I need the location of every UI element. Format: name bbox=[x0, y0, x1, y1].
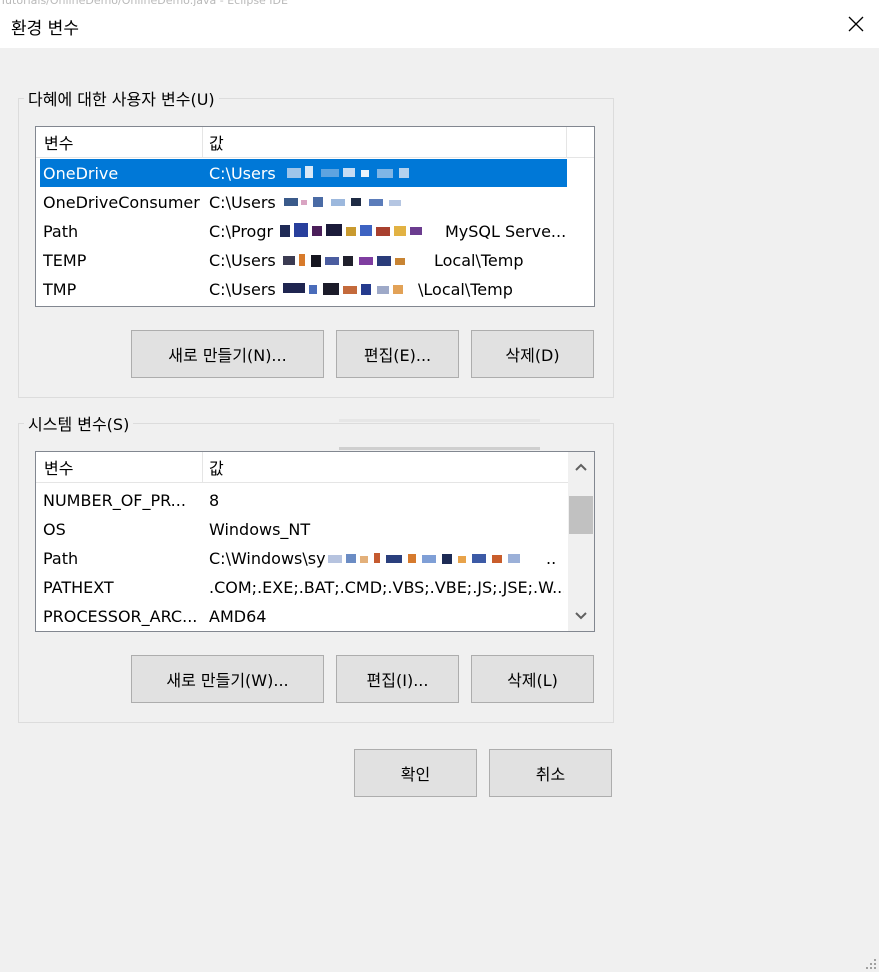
var-value: 8 bbox=[209, 491, 220, 510]
table-row[interactable]: PATHEXT .COM;.EXE;.BAT;.CMD;.VBS;.VBE;.J… bbox=[40, 573, 567, 601]
user-vars-list[interactable]: 변수 값 OneDrive C:\Users OneDriveConsumer … bbox=[35, 126, 595, 307]
table-row[interactable]: NUMBER_OF_PR... 8 bbox=[40, 486, 567, 514]
redacted-value bbox=[326, 544, 556, 572]
header-separator[interactable] bbox=[566, 127, 567, 157]
var-name: OneDrive bbox=[43, 164, 119, 183]
chevron-down-icon bbox=[575, 612, 587, 620]
scroll-thumb[interactable] bbox=[569, 496, 593, 534]
chevron-up-icon bbox=[575, 463, 587, 471]
table-row[interactable]: PROCESSOR_ARC... AMD64 bbox=[40, 602, 567, 630]
var-value: .COM;.EXE;.BAT;.CMD;.VBS;.VBE;.JS;.JSE;.… bbox=[209, 578, 564, 597]
scroll-down-button[interactable] bbox=[568, 601, 594, 631]
var-name: PATHEXT bbox=[43, 578, 114, 597]
title-bar: Tutorials/OnlineDemo/OnlineDemo.java - E… bbox=[0, 0, 879, 48]
system-edit-button[interactable]: 편집(I)... bbox=[336, 655, 459, 703]
table-row[interactable]: Path C:\Progr MySQL Serve... bbox=[40, 217, 567, 245]
header-separator[interactable] bbox=[202, 127, 203, 157]
header-name-column[interactable]: 변수 bbox=[44, 452, 73, 482]
redacted-value bbox=[281, 246, 431, 274]
user-new-button[interactable]: 새로 만들기(N)... bbox=[131, 330, 324, 378]
system-vars-list[interactable]: 변수 값 NUMBER_OF_PR... 8 OS Windows_NT Pat… bbox=[35, 451, 595, 632]
resize-grip-icon[interactable] bbox=[865, 958, 877, 970]
var-name: OneDriveConsumer bbox=[43, 193, 200, 212]
redacted-value bbox=[281, 159, 411, 187]
redacted-value bbox=[281, 275, 417, 303]
system-new-button[interactable]: 새로 만들기(W)... bbox=[131, 655, 324, 703]
close-button[interactable] bbox=[833, 4, 879, 44]
var-name: Path bbox=[43, 549, 79, 568]
header-value-column[interactable]: 값 bbox=[209, 452, 224, 482]
var-name: Path bbox=[43, 222, 79, 241]
var-value: AMD64 bbox=[209, 607, 267, 626]
divider bbox=[339, 419, 540, 422]
background-window-title: Tutorials/OnlineDemo/OnlineDemo.java - E… bbox=[0, 0, 600, 6]
table-row[interactable]: TEMP C:\Users Local\Temp bbox=[40, 246, 567, 274]
user-vars-group-title: 다혜에 대한 사용자 변수(U) bbox=[24, 90, 219, 110]
var-name: PROCESSOR_ARC... bbox=[43, 607, 198, 626]
var-name: TMP bbox=[43, 280, 77, 299]
redacted-value bbox=[281, 188, 431, 216]
table-row[interactable]: Path C:\Windows\sy .. bbox=[40, 544, 567, 572]
close-icon bbox=[848, 16, 864, 32]
var-name: OS bbox=[43, 520, 66, 539]
value-ellipsis: .. bbox=[546, 549, 557, 568]
redacted-value bbox=[278, 217, 443, 245]
window-title: 환경 변수 bbox=[11, 19, 79, 39]
var-value: Windows_NT bbox=[209, 520, 311, 539]
user-delete-button[interactable]: 삭제(D) bbox=[471, 330, 594, 378]
system-vars-group-title: 시스템 변수(S) bbox=[24, 415, 134, 435]
vertical-scrollbar[interactable] bbox=[568, 452, 594, 631]
header-name-column[interactable]: 변수 bbox=[44, 127, 73, 157]
var-value-tail: MySQL Serve... bbox=[445, 222, 567, 241]
user-edit-button[interactable]: 편집(E)... bbox=[336, 330, 459, 378]
var-value-tail: Local\Temp bbox=[434, 251, 524, 270]
user-vars-list-header: 변수 값 bbox=[36, 127, 594, 158]
cancel-button[interactable]: 취소 bbox=[489, 749, 612, 797]
table-row[interactable]: OneDriveConsumer C:\Users bbox=[40, 188, 567, 216]
header-separator[interactable] bbox=[202, 452, 203, 482]
header-value-column[interactable]: 값 bbox=[209, 127, 224, 157]
var-value-tail: \Local\Temp bbox=[418, 280, 513, 299]
table-row[interactable]: TMP C:\Users \Local\Temp bbox=[40, 275, 567, 303]
scroll-up-button[interactable] bbox=[568, 452, 594, 482]
ok-button[interactable]: 확인 bbox=[354, 749, 477, 797]
table-row[interactable]: OS Windows_NT bbox=[40, 515, 567, 543]
system-vars-list-header: 변수 값 bbox=[36, 452, 568, 483]
table-row[interactable]: OneDrive C:\Users bbox=[40, 159, 567, 187]
var-name: NUMBER_OF_PR... bbox=[43, 491, 186, 510]
system-delete-button[interactable]: 삭제(L) bbox=[471, 655, 594, 703]
var-name: TEMP bbox=[43, 251, 87, 270]
